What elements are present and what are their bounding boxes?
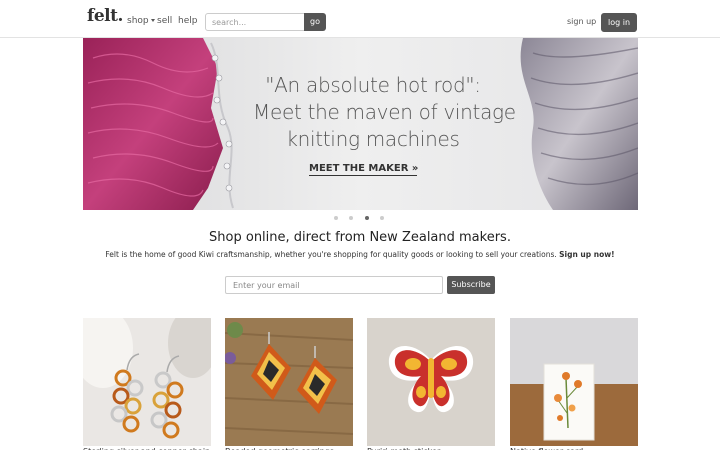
nav-shop[interactable]: shop [127,16,155,26]
search-go-button[interactable]: go [304,13,326,31]
caret-down-icon [150,19,155,22]
intro-title: Shop online, direct from New Zealand mak… [209,230,511,245]
product-image-moth-sticker [367,318,495,446]
product-card-1[interactable] [83,318,211,446]
carousel-dot-1[interactable] [334,216,338,220]
product-image-earrings [83,318,211,446]
signup-now-link[interactable]: Sign up now! [559,250,614,259]
subscribe-button[interactable]: Subscribe [447,276,495,294]
hero-quote-line: "An absolute hot rod": [265,73,481,97]
signup-link[interactable]: sign up [567,17,596,26]
search-input[interactable] [205,13,305,31]
product-card-2[interactable] [225,318,353,446]
felt-logo[interactable]: felt. [87,6,123,26]
product-image-beaded-earrings [225,318,353,446]
intro-subtitle: Felt is the home of good Kiwi craftsmans… [0,250,720,259]
carousel-dot-4[interactable] [380,216,384,220]
meet-the-maker-link[interactable]: MEET THE MAKER » [309,163,418,176]
product-card-3[interactable] [367,318,495,446]
login-button[interactable]: log in [601,13,637,32]
product-image-flower-card [510,318,638,446]
hero-quote-line: Meet the maven of vintage [253,100,516,124]
nav-shop-label: shop [127,16,149,26]
carousel-dot-3[interactable] [365,216,369,220]
site-header: felt. shop sell help go sign up log in [0,0,720,38]
hero-banner[interactable]: "An absolute hot rod": Meet the maven of… [83,38,638,210]
hero-quote: "An absolute hot rod": Meet the maven of… [253,72,516,153]
product-card-4[interactable] [510,318,638,446]
email-input[interactable] [225,276,443,294]
hero-quote-line: knitting machines [286,127,460,151]
intro-subtitle-text: Felt is the home of good Kiwi craftsmans… [105,250,557,259]
nav-help[interactable]: help [178,16,197,26]
nav-sell[interactable]: sell [157,16,172,26]
carousel-dot-2[interactable] [349,216,353,220]
